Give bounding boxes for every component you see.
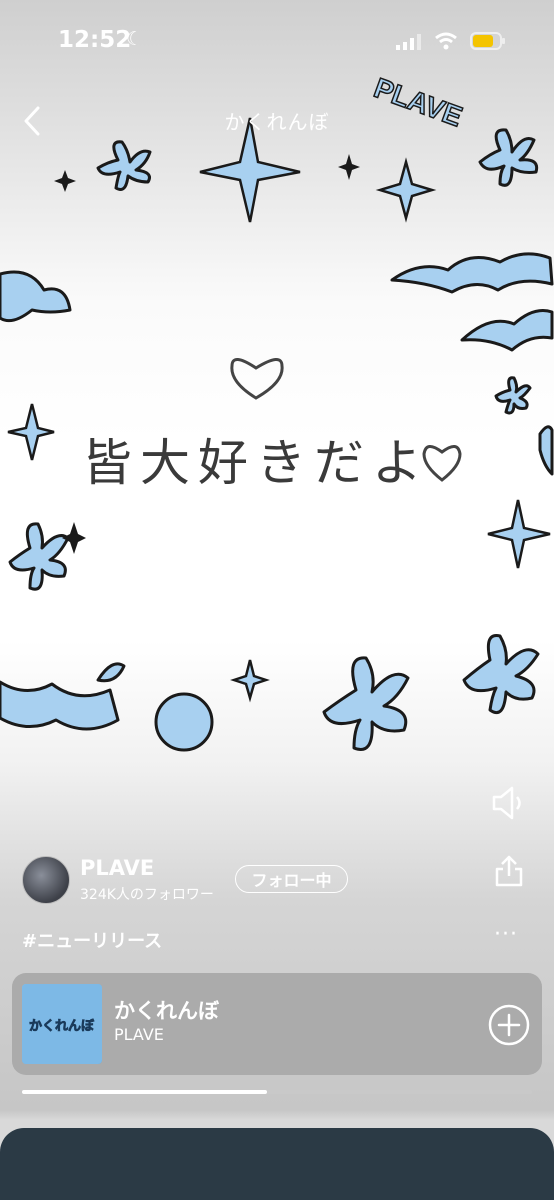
album-art: かくれんぼ	[22, 984, 102, 1064]
next-post-card[interactable]	[0, 1128, 554, 1200]
handwritten-message: 皆大好きだよ	[82, 434, 430, 492]
wave-doodle	[0, 680, 120, 731]
status-time: 12:52	[58, 27, 132, 53]
more-options-icon[interactable]: ···	[494, 922, 518, 947]
flower-doodle	[462, 634, 540, 715]
wave-doodle	[460, 309, 554, 352]
album-thumb-text: かくれんぼ	[29, 1018, 95, 1033]
flower-doodle	[96, 140, 152, 191]
progress-fill	[22, 1090, 267, 1094]
add-icon[interactable]	[488, 1004, 530, 1046]
flower-doodle	[478, 128, 539, 187]
album-thumbnail[interactable]: かくれんぼ	[22, 984, 102, 1064]
screen: PLAVE 皆大好きだよ 12:52 ☾ かくれんぼ PLAVE 324K人のフ…	[0, 0, 554, 1200]
wave-doodle	[390, 252, 554, 294]
sparkle-doodle	[375, 157, 437, 223]
moon-icon: ☾	[126, 28, 144, 50]
wifi-icon	[435, 32, 457, 50]
apple-doodle	[154, 692, 214, 752]
artist-name[interactable]: PLAVE	[80, 856, 154, 880]
flower-doodle	[322, 656, 410, 751]
track-title: かくれんぼ	[114, 999, 219, 1023]
artwork: PLAVE 皆大好きだよ	[0, 71, 554, 752]
follower-count: 324K人のフォロワー	[80, 887, 214, 903]
track-card[interactable]: かくれんぼ かくれんぼ PLAVE	[12, 973, 542, 1075]
page-title: かくれんぼ	[224, 110, 330, 134]
playback-progress[interactable]	[22, 1090, 532, 1094]
follow-button[interactable]: フォロー中	[235, 865, 348, 893]
star-doodle	[338, 154, 360, 180]
heart-doodle	[230, 358, 284, 400]
bird-doodle	[538, 425, 554, 476]
sparkle-doodle	[230, 659, 270, 703]
sparkle-doodle	[7, 403, 55, 461]
track-artist: PLAVE	[114, 1025, 164, 1044]
status-bar: 12:52 ☾	[0, 0, 554, 82]
flower-doodle	[494, 376, 532, 415]
sparkle-doodle	[487, 499, 551, 569]
hashtag-label[interactable]: #ニューリリース	[22, 927, 162, 953]
battery-icon	[470, 32, 505, 50]
bird-doodle	[0, 270, 72, 323]
star-doodle	[62, 522, 86, 554]
speaker-icon[interactable]	[490, 783, 526, 823]
star-doodle	[54, 170, 76, 192]
apple-leaf-doodle	[96, 662, 126, 683]
share-icon[interactable]	[494, 854, 524, 888]
avatar[interactable]	[22, 856, 70, 904]
flower-doodle	[8, 522, 70, 591]
signal-icon	[396, 34, 421, 50]
